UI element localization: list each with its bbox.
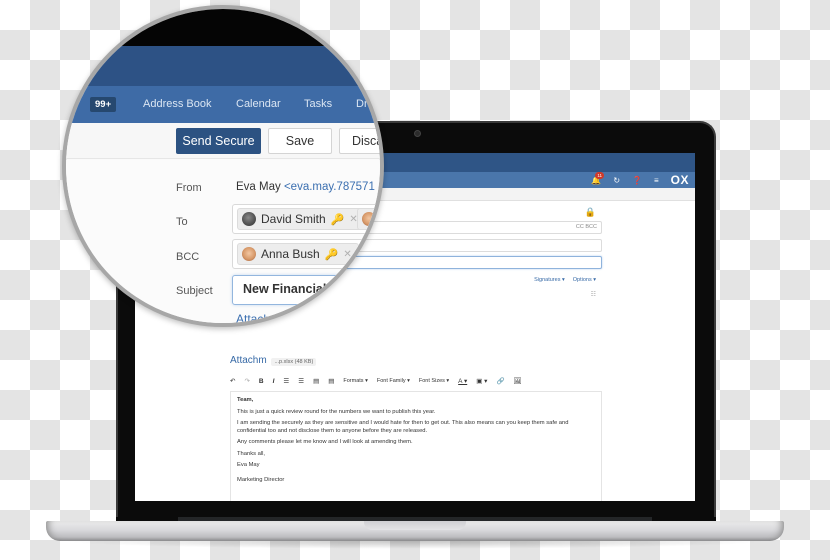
key-icon: 🔑 [324,248,339,261]
text-color-icon[interactable]: A ▾ [458,377,467,385]
formats-dropdown[interactable]: Formats ▾ [343,378,367,384]
menu-icon[interactable]: ≡ [654,176,659,185]
magnified-bezel [66,9,380,46]
subject-value: New Financial N [243,282,339,296]
italic-button[interactable]: I [273,378,275,385]
avatar [242,247,256,261]
magnifier-lens: 99+ Address Book Calendar Tasks Dr Send … [62,5,384,327]
nav-address-book[interactable]: Address Book [143,98,211,110]
notification-badge: 11 [595,171,605,179]
greeting: Team, [237,397,254,403]
avatar [362,212,376,226]
webcam [414,130,421,137]
compose-actions: Send Secure Save Disca [66,123,380,159]
to-field[interactable]: David Smith 🔑 ✕ [232,204,380,234]
from-value[interactable]: Eva May <eva.may.787571 [236,181,375,193]
background-color-icon[interactable]: ▣ ▾ [476,377,487,385]
remove-icon[interactable]: ✕ [343,249,351,260]
lock-icon[interactable]: 🔒 [585,207,596,218]
redo-icon[interactable]: ↷ [244,377,249,385]
indent-icon[interactable]: ▤ [328,377,334,385]
nav-tasks[interactable]: Tasks [304,98,332,110]
recipient-chip[interactable] [357,208,380,230]
nav-calendar[interactable]: Calendar [236,98,281,110]
recipient-chip[interactable]: Anna Bush 🔑 ✕ [237,243,359,265]
image-icon[interactable]: 🖼 [514,377,522,385]
numbered-list-icon[interactable]: ☰ [298,377,304,385]
refresh-icon[interactable]: ↻ [613,176,620,185]
subject-field[interactable]: New Financial N [232,275,380,305]
body-paragraph: Any comments please let me know and I wi… [237,439,413,445]
link-icon[interactable]: 🔗 [496,377,504,385]
bold-button[interactable]: B [259,378,264,385]
attachments: Attachm ...p.xlsx (48 KB) [230,355,317,366]
signature-name: Eva May [237,462,260,468]
subject-label: Subject [176,285,213,297]
magnified-view: 99+ Address Book Calendar Tasks Dr Send … [66,9,380,323]
attachments-label: Attachm [230,355,267,366]
to-label: To [176,216,188,228]
discard-button[interactable]: Disca [339,128,380,154]
body-paragraph: Thanks all, [237,450,266,457]
unread-badge[interactable]: 99+ [90,97,117,112]
outdent-icon[interactable]: ▤ [313,377,319,385]
attachment-file[interactable]: ...p.xlsx (48 KB) [271,358,317,366]
lid-notch [364,521,466,530]
body-paragraph: This is just a quick review round for th… [237,408,436,415]
options-dropdown[interactable]: Options ▾ [573,277,596,283]
font-sizes-dropdown[interactable]: Font Sizes ▾ [419,378,449,384]
signature-title: Marketing Director [237,476,285,483]
notifications-button[interactable]: 🔔 11 [591,171,605,185]
grid-icon[interactable]: ☷ [591,291,596,298]
body-paragraph: I am sending the securely as they are se… [237,420,569,434]
key-icon: 🔑 [330,213,345,226]
recipient-name: David Smith [261,212,326,226]
bcc-field[interactable]: Anna Bush 🔑 ✕ [232,239,380,269]
font-family-dropdown[interactable]: Font Family ▾ [377,378,410,384]
magnified-topbar [66,46,380,86]
from-email: <eva.may.787571 [283,181,375,193]
signatures-dropdown[interactable]: Signatures ▾ [534,277,565,283]
avatar [242,212,256,226]
undo-icon[interactable]: ↶ [230,377,235,385]
bullet-list-icon[interactable]: ☰ [283,377,289,385]
recipient-chip[interactable]: David Smith 🔑 ✕ [237,208,365,230]
send-secure-button[interactable]: Send Secure [176,128,261,154]
laptop-base [46,521,784,541]
recipient-name: Anna Bush [261,247,320,261]
save-button[interactable]: Save [268,128,332,154]
from-name: Eva May [236,181,281,193]
from-label: From [176,182,202,194]
laptop-shadow [60,541,770,549]
message-body[interactable]: Team, This is just a quick review round … [230,391,602,501]
editor-toolbar: ↶ ↷ B I ☰ ☰ ▤ ▤ Formats ▾ Font Family ▾ … [230,377,522,386]
bcc-label: BCC [176,251,200,263]
cc-bcc-toggle[interactable]: CC BCC [576,224,597,230]
header-icons: 🔔 11 ↻ ❓ ≡ OX [591,171,689,188]
help-icon[interactable]: ❓ [632,176,642,185]
app-nav: 99+ Address Book Calendar Tasks Dr [66,86,380,123]
ox-logo: OX [670,173,689,187]
nav-drive[interactable]: Dr [356,98,368,110]
